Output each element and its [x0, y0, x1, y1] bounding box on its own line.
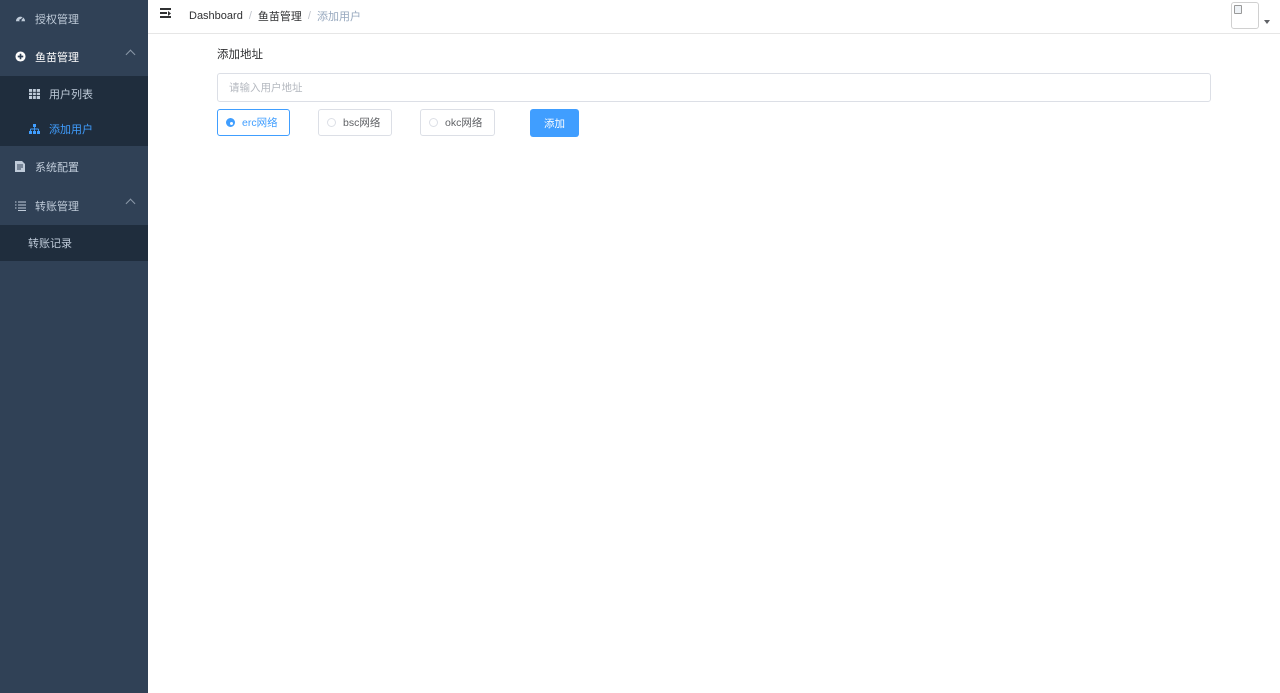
radio-checked-icon: [226, 118, 235, 127]
radio-okc[interactable]: okc网络: [420, 109, 495, 136]
breadcrumb: Dashboard / 鱼苗管理 / 添加用户: [189, 8, 361, 24]
breadcrumb-separator: /: [248, 10, 252, 22]
sidebar-item-fry[interactable]: 鱼苗管理: [0, 38, 148, 75]
breadcrumb-item-dashboard[interactable]: Dashboard: [189, 10, 243, 22]
radio-unchecked-icon: [327, 118, 336, 127]
plus-circle-icon: [14, 51, 26, 63]
sidebar-item-label: 系统配置: [35, 161, 79, 174]
add-button[interactable]: 添加: [530, 109, 579, 137]
chevron-up-icon: [125, 198, 136, 209]
radio-label: erc网络: [242, 117, 278, 129]
submenu-transfer: 转账记录: [0, 225, 148, 261]
sidebar-item-auth[interactable]: 授权管理: [0, 0, 148, 37]
breadcrumb-separator: /: [307, 10, 311, 22]
sidebar-item-label: 鱼苗管理: [35, 51, 79, 64]
sidebar-item-user-list[interactable]: 用户列表: [0, 76, 148, 111]
sidebar-item-label: 转账管理: [35, 200, 79, 213]
sidebar-item-label: 添加用户: [49, 123, 93, 136]
caret-down-icon[interactable]: [1264, 20, 1270, 24]
avatar[interactable]: [1231, 2, 1259, 29]
sidebar-item-label: 授权管理: [35, 13, 79, 26]
address-input[interactable]: [217, 73, 1211, 102]
sidebar: 授权管理 鱼苗管理 用户列表 添加用户 系统配置 转账管理 转账记录: [0, 0, 148, 693]
sidebar-item-label: 转账记录: [28, 238, 72, 250]
list-icon: [14, 200, 26, 212]
dashboard-icon: [14, 13, 26, 25]
sidebar-item-transfer-records[interactable]: 转账记录: [0, 225, 148, 261]
sidebar-item-transfer[interactable]: 转账管理: [0, 187, 148, 224]
breadcrumb-item-fry[interactable]: 鱼苗管理: [258, 8, 302, 24]
breadcrumb-item-current: 添加用户: [316, 11, 361, 23]
chevron-up-icon: [125, 49, 136, 60]
sidebar-item-add-user[interactable]: 添加用户: [0, 111, 148, 146]
hamburger-menu-icon[interactable]: [160, 8, 172, 20]
sidebar-item-system-config[interactable]: 系统配置: [0, 148, 148, 185]
radio-unchecked-icon: [429, 118, 438, 127]
radio-bsc[interactable]: bsc网络: [318, 109, 392, 136]
submenu-fry: 用户列表 添加用户: [0, 76, 148, 146]
sidebar-item-label: 用户列表: [49, 88, 93, 101]
radio-label: okc网络: [445, 117, 483, 129]
radio-erc[interactable]: erc网络: [217, 109, 290, 136]
tree-icon: [28, 123, 40, 135]
radio-label: bsc网络: [343, 117, 381, 129]
form-icon: [14, 161, 26, 173]
navbar: Dashboard / 鱼苗管理 / 添加用户: [148, 0, 1280, 34]
table-icon: [28, 88, 40, 100]
broken-image-icon: [1234, 5, 1242, 14]
form-title: 添加地址: [217, 49, 263, 61]
